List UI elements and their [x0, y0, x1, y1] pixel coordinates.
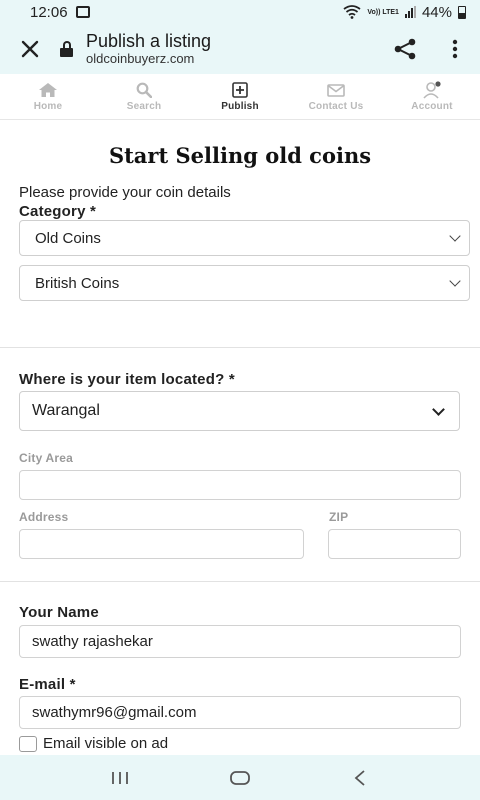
battery-percent: 44%	[421, 3, 452, 21]
search-icon	[136, 82, 152, 98]
close-tab-button[interactable]	[0, 24, 60, 74]
email-label: E-mail *	[19, 676, 76, 693]
plus-square-icon	[232, 82, 248, 98]
wifi-icon	[343, 5, 361, 19]
nav-account-label: Account	[411, 101, 453, 112]
status-icons: Vo)) LTE1 44%	[343, 4, 466, 21]
page-domain: oldcoinbuyerz.com	[86, 51, 195, 66]
volte-indicator: Vo)) LTE1	[367, 8, 399, 16]
system-nav-bar	[0, 755, 480, 800]
gallery-notification-icon	[75, 6, 90, 18]
form-heading: Start Selling old coins	[108, 143, 372, 168]
url-block[interactable]: Publish a listing oldcoinbuyerz.com	[86, 31, 380, 67]
city-area-input[interactable]	[19, 470, 461, 500]
close-icon	[21, 40, 39, 58]
category-select[interactable]: Old Coins	[19, 220, 470, 256]
nav-contact[interactable]: Contact Us	[288, 74, 384, 119]
subcategory-value: British Coins	[35, 274, 120, 292]
location-label: Where is your item located? *	[19, 371, 235, 388]
name-value: swathy rajashekar	[32, 633, 153, 650]
name-label: Your Name	[19, 604, 99, 621]
category-label: Category *	[19, 203, 97, 220]
share-icon	[394, 38, 416, 60]
email-visible-checkbox[interactable]	[19, 735, 37, 752]
name-input[interactable]: swathy rajashekar	[19, 625, 461, 658]
site-nav: Home Search Publish Contact Us Account	[0, 74, 480, 120]
nav-contact-label: Contact Us	[308, 101, 364, 112]
address-input[interactable]	[19, 529, 304, 559]
back-chevron-icon	[354, 769, 365, 786]
home-button[interactable]	[210, 758, 270, 798]
chevron-down-icon	[449, 230, 461, 242]
nav-publish-label: Publish	[221, 101, 259, 112]
status-bar: 12:06 Vo)) LTE1 44%	[0, 0, 480, 24]
email-visible-label: Email visible on ad	[43, 735, 169, 752]
chevron-down-icon	[432, 403, 445, 416]
nav-publish[interactable]: Publish	[192, 74, 288, 119]
zip-label: ZIP	[329, 510, 349, 524]
nav-search[interactable]: Search	[96, 74, 192, 119]
more-vert-icon	[452, 39, 458, 59]
recent-apps-icon	[112, 771, 128, 784]
address-label: Address	[19, 510, 69, 524]
home-circle-icon	[230, 770, 250, 785]
user-icon	[423, 81, 441, 99]
section-divider	[0, 347, 480, 348]
email-input[interactable]: swathymr96@gmail.com	[19, 696, 461, 729]
signal-icon	[404, 6, 416, 18]
section-divider	[0, 581, 480, 582]
email-visible-option[interactable]: Email visible on ad	[19, 735, 168, 752]
mail-icon	[327, 83, 345, 97]
publish-form: Start Selling old coins Please provide y…	[0, 121, 480, 755]
nav-home[interactable]: Home	[0, 74, 96, 119]
chevron-down-icon	[449, 275, 461, 287]
browser-toolbar: Publish a listing oldcoinbuyerz.com	[0, 24, 480, 74]
nav-search-label: Search	[126, 101, 162, 112]
zip-input[interactable]	[328, 529, 461, 559]
back-button[interactable]	[330, 758, 390, 798]
status-time: 12:06	[30, 3, 68, 21]
page-title: Publish a listing	[86, 31, 212, 51]
category-value: Old Coins	[35, 229, 101, 247]
overflow-menu-button[interactable]	[430, 24, 480, 74]
city-area-label: City Area	[19, 451, 74, 465]
nav-account[interactable]: Account	[384, 74, 480, 119]
email-value: swathymr96@gmail.com	[32, 704, 197, 721]
lock-icon	[60, 41, 74, 57]
battery-icon	[458, 5, 466, 19]
location-value: Warangal	[32, 402, 100, 419]
nav-home-label: Home	[33, 101, 63, 112]
share-button[interactable]	[380, 24, 430, 74]
location-select[interactable]: Warangal	[19, 391, 460, 431]
subcategory-select[interactable]: British Coins	[19, 265, 470, 301]
home-icon	[39, 83, 57, 97]
recent-apps-button[interactable]	[90, 758, 150, 798]
form-subheading: Please provide your coin details	[19, 184, 231, 201]
